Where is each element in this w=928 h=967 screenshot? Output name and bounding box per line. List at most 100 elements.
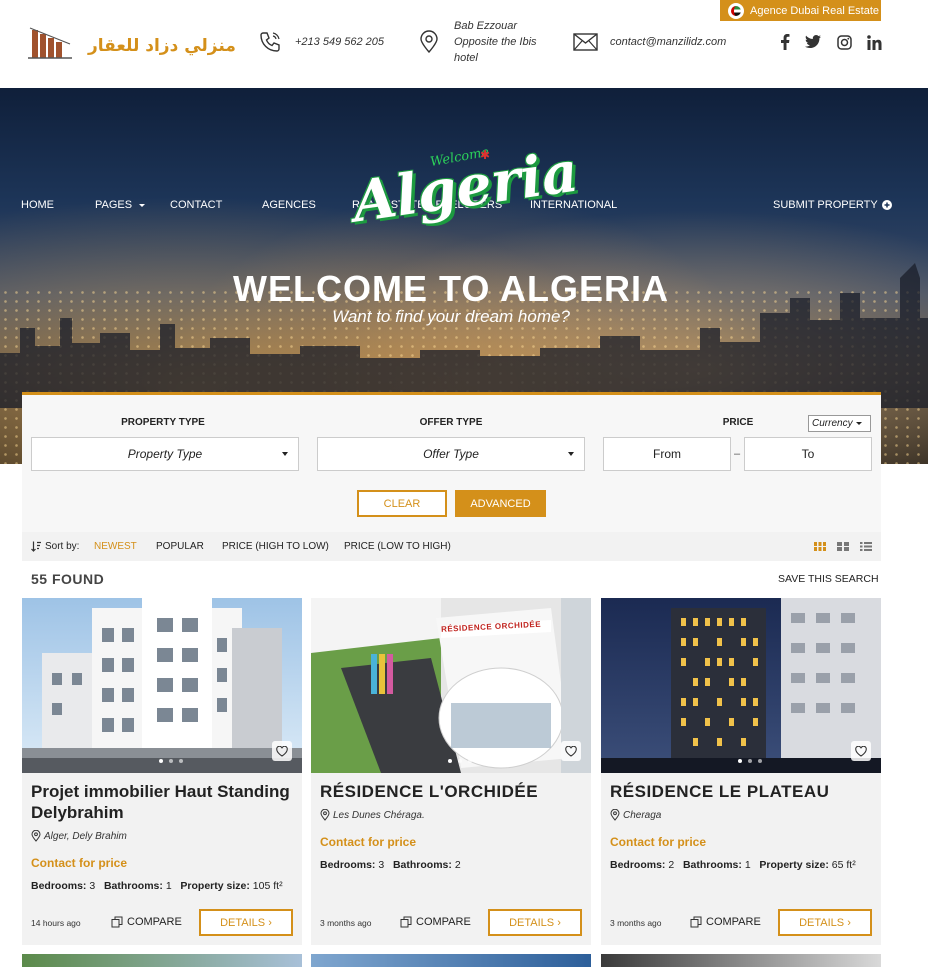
compare-button[interactable]: COMPARE [400, 916, 471, 928]
favorite-heart-icon[interactable] [272, 741, 292, 761]
offer-type-select[interactable]: Offer Type [317, 437, 585, 471]
property-features: Bedrooms: 3 Bathrooms: 2 [320, 859, 461, 871]
logo-building-icon [28, 27, 72, 59]
image-carousel-dots[interactable] [738, 759, 762, 763]
algeria-flag-icon [728, 2, 744, 19]
top-header: منزلي دزاد للعقار +213 549 562 205 Bab E… [0, 0, 928, 88]
property-title[interactable]: RÉSIDENCE LE PLATEAU [610, 781, 872, 802]
property-features: Bedrooms: 2 Bathrooms: 1 Property size: … [610, 859, 856, 871]
compare-icon [400, 916, 412, 928]
posted-time: 14 hours ago [31, 918, 81, 928]
posted-time: 3 months ago [610, 918, 662, 928]
property-type-value: Property Type [127, 447, 203, 461]
welcome-script-big: Algeria [348, 138, 583, 236]
sort-newest[interactable]: NEWEST [94, 541, 137, 552]
address-line-1: Bab Ezzouar [454, 20, 517, 32]
welcome-algeria-graphic: Welcome ✱ Algeria [349, 139, 583, 248]
bedrooms-value: 3 [89, 880, 96, 892]
compare-label: COMPARE [127, 916, 182, 928]
property-image[interactable] [22, 598, 302, 773]
details-button[interactable]: DETAILS › [199, 909, 293, 936]
nav-contact[interactable]: CONTACT [170, 199, 222, 211]
grid-view-3-icon[interactable] [814, 542, 826, 551]
details-button[interactable]: DETAILS › [778, 909, 872, 936]
property-title[interactable]: RÉSIDENCE L'ORCHIDÉE [320, 781, 582, 802]
hero-title: WELCOME TO ALGERIA [233, 268, 669, 309]
offer-type-value: Offer Type [423, 447, 479, 461]
price-from-input[interactable]: From [603, 437, 731, 471]
property-card: RÉSIDENCE ORCHIDÉE RÉSIDENCE L'ORCHIDÉE … [311, 598, 591, 945]
property-image-next[interactable] [22, 954, 302, 967]
location-pin-icon [420, 30, 438, 54]
property-location: Les Dunes Chéraga. [320, 809, 425, 821]
compare-icon [111, 916, 123, 928]
nav-submit-property[interactable]: SUBMIT PROPERTY [773, 199, 892, 211]
property-location-text: Cheraga [623, 809, 662, 821]
twitter-icon[interactable] [804, 33, 822, 51]
currency-select[interactable]: Currency [808, 415, 871, 432]
details-button[interactable]: DETAILS › [488, 909, 582, 936]
header-address: Bab Ezzouar Opposite the Ibis hotel [454, 18, 537, 66]
nav-pages-label: PAGES [95, 199, 133, 211]
compare-label: COMPARE [706, 916, 761, 928]
list-view-icon[interactable] [860, 542, 872, 551]
property-image-next[interactable] [311, 954, 591, 967]
grid-view-2-icon[interactable] [837, 542, 849, 551]
bedrooms-label: Bedrooms: [31, 880, 87, 892]
linkedin-icon[interactable] [865, 33, 883, 51]
property-image[interactable] [601, 598, 881, 773]
property-location: Alger, Dely Brahim [31, 830, 127, 842]
sort-bar: Sort by: NEWEST POPULAR PRICE (HIGH TO L… [22, 532, 881, 561]
compare-button[interactable]: COMPARE [690, 916, 761, 928]
address-line-3: hotel [454, 52, 478, 64]
compare-label: COMPARE [416, 916, 471, 928]
image-carousel-dots[interactable] [448, 759, 472, 763]
sort-price-low-high[interactable]: PRICE (LOW TO HIGH) [344, 541, 451, 552]
chevron-down-icon [856, 422, 862, 425]
currency-value: Currency [812, 418, 853, 429]
property-image-next[interactable] [601, 954, 881, 967]
search-panel: PROPERTY TYPE Property Type OFFER TYPE O… [22, 392, 881, 532]
size-value: 65 ft² [831, 859, 856, 871]
bathrooms-value: 1 [744, 859, 751, 871]
price-separator: – [734, 448, 741, 460]
results-count: 55 FOUND [31, 571, 105, 587]
advanced-button[interactable]: ADVANCED [455, 490, 546, 517]
nav-pages[interactable]: PAGES [95, 199, 146, 211]
property-type-label: PROPERTY TYPE [121, 417, 205, 428]
property-location-text: Alger, Dely Brahim [44, 830, 127, 842]
facebook-icon[interactable] [776, 33, 794, 51]
header-email[interactable]: contact@manzilidz.com [610, 34, 726, 50]
sort-popular[interactable]: POPULAR [156, 541, 204, 552]
save-search-link[interactable]: SAVE THIS SEARCH [778, 573, 879, 585]
instagram-icon[interactable] [835, 33, 853, 51]
favorite-heart-icon[interactable] [561, 741, 581, 761]
chevron-down-icon [282, 452, 288, 456]
property-title[interactable]: Projet immobilier Haut Standing Delybrah… [31, 781, 293, 823]
compare-icon [690, 916, 702, 928]
size-label: Property size: [180, 880, 250, 892]
site-logo[interactable]: منزلي دزاد للعقار [26, 24, 236, 62]
price-to-input[interactable]: To [744, 437, 872, 471]
agency-button[interactable]: Agence Dubai Real Estate [720, 0, 881, 21]
agency-button-label: Agence Dubai Real Estate [750, 4, 880, 17]
sort-label: Sort by: [45, 541, 80, 552]
size-value: 105 ft² [252, 880, 283, 892]
compare-button[interactable]: COMPARE [111, 916, 182, 928]
sort-price-high-low[interactable]: PRICE (HIGH TO LOW) [222, 541, 329, 552]
property-location: Cheraga [610, 809, 661, 821]
nav-agences[interactable]: AGENCES [262, 199, 316, 211]
property-price: Contact for price [610, 835, 707, 849]
property-type-select[interactable]: Property Type [31, 437, 299, 471]
bathrooms-value: 2 [454, 859, 461, 871]
address-line-2: Opposite the Ibis [454, 36, 537, 48]
clear-button[interactable]: CLEAR [357, 490, 447, 517]
offer-type-label: OFFER TYPE [419, 417, 483, 428]
favorite-heart-icon[interactable] [851, 741, 871, 761]
image-carousel-dots[interactable] [159, 759, 183, 763]
property-image[interactable]: RÉSIDENCE ORCHIDÉE [311, 598, 591, 773]
bathrooms-label: Bathrooms: [392, 859, 452, 871]
header-phone[interactable]: +213 549 562 205 [295, 34, 384, 50]
nav-home[interactable]: HOME [21, 199, 54, 211]
property-features: Bedrooms: 3 Bathrooms: 1 Property size: … [31, 880, 283, 892]
